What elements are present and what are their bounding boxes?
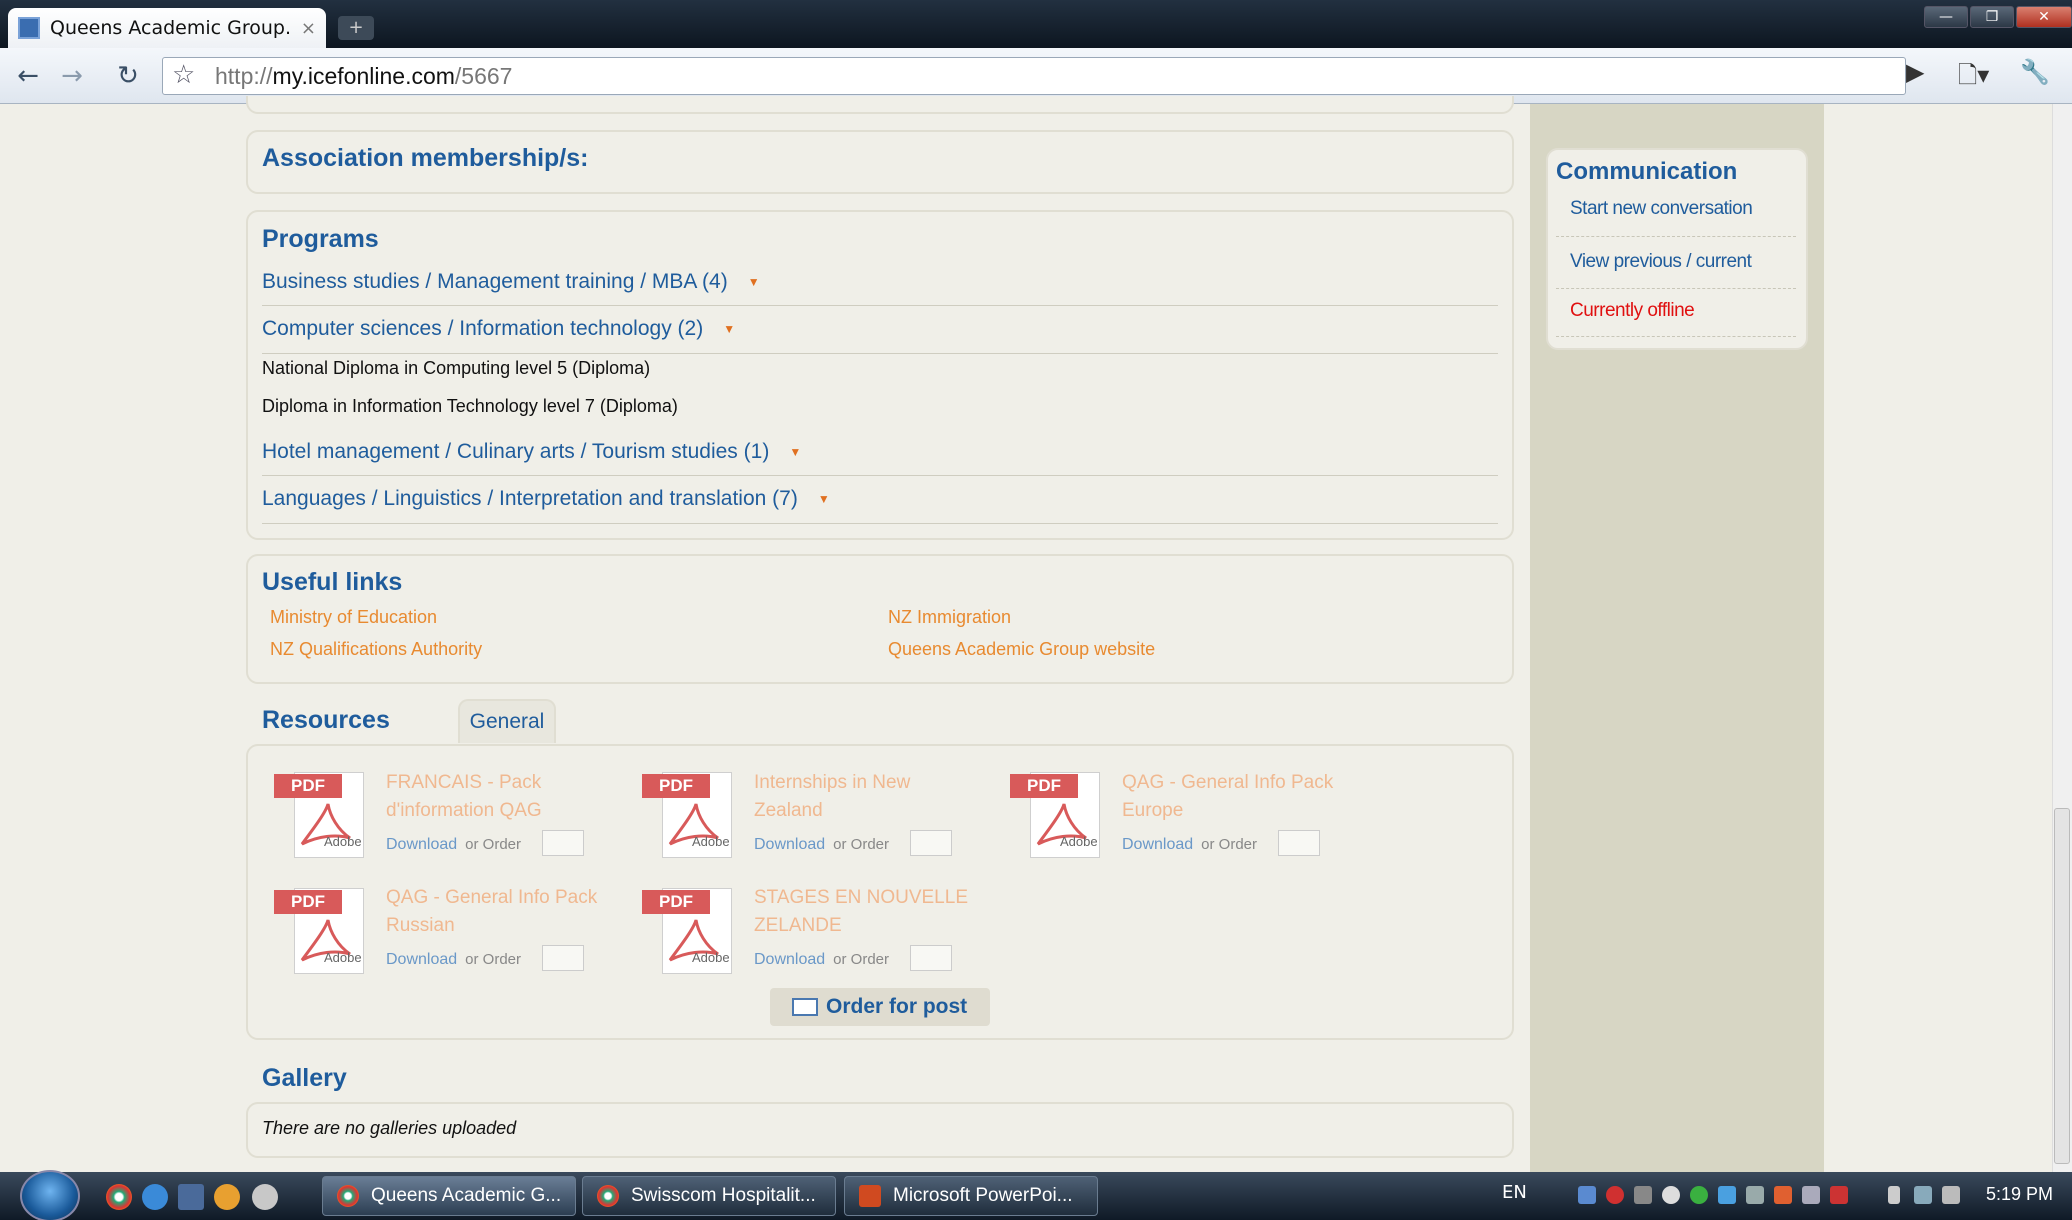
link-nz-immigration[interactable]: NZ Immigration: [888, 607, 1011, 628]
window-controls: — ❐ ✕: [1924, 6, 2072, 28]
program-item[interactable]: National Diploma in Computing level 5 (D…: [262, 358, 650, 379]
download-link[interactable]: Download or Order: [1122, 836, 1257, 854]
tray-icon[interactable]: [1802, 1186, 1820, 1204]
tray-icon[interactable]: [1746, 1186, 1764, 1204]
start-conversation-link[interactable]: Start new conversation: [1570, 198, 1753, 220]
programs-title: Programs: [262, 225, 379, 253]
network-icon[interactable]: [1914, 1186, 1932, 1204]
start-button[interactable]: [20, 1170, 80, 1220]
mail-icon[interactable]: [214, 1184, 240, 1210]
order-quantity-input[interactable]: [910, 945, 952, 971]
expand-arrow-icon: ▼: [789, 445, 802, 460]
address-bar[interactable]: http://my.icefonline.com/5667: [162, 57, 1906, 95]
program-category-computer[interactable]: Computer sciences / Information technolo…: [262, 317, 735, 341]
expand-arrow-icon: ▼: [817, 492, 830, 507]
online-status: Currently offline: [1570, 300, 1695, 321]
link-queens-website[interactable]: Queens Academic Group website: [888, 639, 1155, 660]
pdf-file-icon[interactable]: PDF Adobe: [274, 884, 364, 974]
tray-icon[interactable]: [1662, 1186, 1680, 1204]
download-link[interactable]: Download or Order: [386, 836, 521, 854]
tab-general[interactable]: General: [458, 699, 556, 743]
url-domain: my.icefonline.com: [272, 63, 455, 89]
tab-close-icon[interactable]: ×: [301, 18, 316, 39]
minimize-button[interactable]: —: [1924, 6, 1968, 28]
order-quantity-input[interactable]: [542, 945, 584, 971]
maximize-button[interactable]: ❐: [1970, 6, 2014, 28]
browser-tab[interactable]: Queens Academic Group... ×: [8, 8, 326, 48]
resource-title[interactable]: QAG - General Info Pack Russian: [386, 884, 597, 940]
new-tab-button[interactable]: +: [338, 16, 374, 40]
program-item[interactable]: Diploma in Information Technology level …: [262, 396, 678, 417]
volume-icon[interactable]: [1942, 1186, 1960, 1204]
divider: [1556, 288, 1796, 289]
ie-icon[interactable]: [142, 1184, 168, 1210]
taskbar-item-powerpoint[interactable]: Microsoft PowerPoi...: [844, 1176, 1098, 1216]
download-link[interactable]: Download or Order: [754, 836, 889, 854]
divider: [262, 475, 1498, 476]
divider: [262, 523, 1498, 524]
show-desktop-icon[interactable]: [178, 1184, 204, 1210]
page-menu-icon[interactable]: 🗋▾: [1958, 58, 1989, 99]
tray-icon[interactable]: [1830, 1186, 1848, 1204]
resource-title[interactable]: Internships in New Zealand: [754, 769, 910, 825]
tray-icon[interactable]: [1634, 1186, 1652, 1204]
previous-section-box: [246, 96, 1514, 114]
tray-icon[interactable]: [1578, 1186, 1596, 1204]
battery-icon[interactable]: [1888, 1186, 1900, 1204]
url-prefix: http://: [215, 63, 273, 89]
divider: [262, 353, 1498, 354]
pdf-file-icon[interactable]: PDF Adobe: [642, 884, 732, 974]
expand-arrow-icon: ▼: [723, 322, 736, 337]
language-indicator[interactable]: EN: [1502, 1182, 1527, 1203]
reload-icon[interactable]: ↻: [108, 58, 148, 94]
wrench-menu-icon[interactable]: 🔧: [2020, 58, 2050, 86]
pdf-file-icon[interactable]: PDF Adobe: [274, 768, 364, 858]
envelope-icon: [792, 998, 818, 1016]
system-clock[interactable]: 5:19 PM: [1986, 1184, 2053, 1205]
order-quantity-input[interactable]: [910, 830, 952, 856]
divider: [1556, 236, 1796, 237]
pdf-file-icon[interactable]: PDF Adobe: [1010, 768, 1100, 858]
expand-arrow-icon: ▼: [747, 275, 760, 290]
order-quantity-input[interactable]: [542, 830, 584, 856]
site-favicon-icon: [18, 17, 40, 39]
link-ministry-of-education[interactable]: Ministry of Education: [270, 607, 437, 628]
gallery-empty-text: There are no galleries uploaded: [262, 1118, 517, 1138]
tab-title: Queens Academic Group...: [50, 17, 291, 39]
back-arrow-icon[interactable]: ←: [8, 58, 48, 94]
tray-icon[interactable]: [1606, 1186, 1624, 1204]
program-category-languages[interactable]: Languages / Linguistics / Interpretation…: [262, 487, 830, 511]
taskbar-item-swisscom[interactable]: Swisscom Hospitalit...: [582, 1176, 836, 1216]
url-path: /5667: [454, 63, 513, 89]
scrollbar-thumb[interactable]: [2054, 808, 2070, 1164]
useful-links-title: Useful links: [262, 568, 403, 596]
program-category-business[interactable]: Business studies / Management training /…: [262, 270, 760, 294]
tray-icon[interactable]: [1690, 1186, 1708, 1204]
chrome-icon[interactable]: [106, 1184, 132, 1210]
forward-arrow-icon[interactable]: →: [52, 58, 92, 94]
download-link[interactable]: Download or Order: [386, 951, 521, 969]
communication-title: Communication: [1556, 158, 1738, 185]
close-window-button[interactable]: ✕: [2016, 6, 2072, 28]
bookmark-star-icon[interactable]: ☆: [172, 60, 195, 90]
tray-icon[interactable]: [1774, 1186, 1792, 1204]
app-icon[interactable]: [252, 1184, 278, 1210]
resource-title[interactable]: STAGES EN NOUVELLE ZELANDE: [754, 884, 968, 940]
download-link[interactable]: Download or Order: [754, 951, 889, 969]
resources-title: Resources: [262, 706, 390, 734]
gallery-title: Gallery: [262, 1064, 347, 1092]
view-conversations-link[interactable]: View previous / current: [1570, 251, 1752, 273]
divider: [1556, 336, 1796, 337]
tray-icon[interactable]: [1718, 1186, 1736, 1204]
link-nz-qualifications-authority[interactable]: NZ Qualifications Authority: [270, 639, 482, 660]
resource-title[interactable]: FRANCAIS - Pack d'information QAG: [386, 769, 542, 825]
order-quantity-input[interactable]: [1278, 830, 1320, 856]
pdf-file-icon[interactable]: PDF Adobe: [642, 768, 732, 858]
program-category-hotel[interactable]: Hotel management / Culinary arts / Touri…: [262, 440, 801, 464]
taskbar-item-chrome[interactable]: Queens Academic G...: [322, 1176, 576, 1216]
resource-title[interactable]: QAG - General Info Pack Europe: [1122, 769, 1333, 825]
association-title: Association membership/s:: [262, 144, 589, 172]
go-arrow-icon[interactable]: ▶: [1906, 58, 1924, 86]
divider: [262, 305, 1498, 306]
